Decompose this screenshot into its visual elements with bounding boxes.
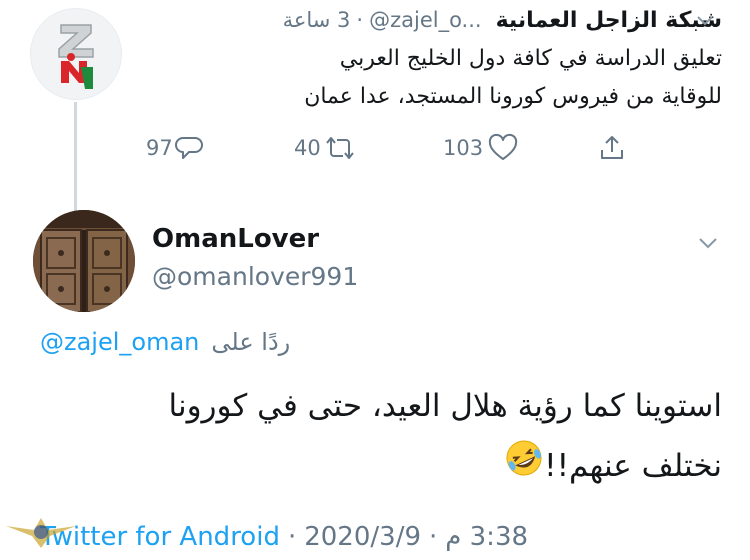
reply-icon [174, 137, 203, 159]
heart-icon [488, 133, 518, 160]
retweet-icon [325, 137, 354, 159]
carved-door-image [33, 210, 135, 312]
tweet1-text: تعليق الدراسة في كافة دول الخليج العربي … [202, 40, 722, 116]
footer-separator-2: · [429, 522, 438, 552]
tweet1-handle[interactable]: @zajel_o... [369, 8, 482, 32]
like-count: 103 [443, 136, 484, 160]
zajel-logo-icon [31, 9, 121, 99]
tweet2-menu-chevron-down-icon[interactable] [696, 230, 720, 254]
share-button[interactable] [597, 130, 627, 166]
tweet1-display-name[interactable]: شبكة الزاجل العمانية [496, 8, 722, 33]
tweet1-menu-chevron-down-icon[interactable] [694, 9, 716, 31]
avatar-zajel[interactable] [30, 8, 122, 100]
tweet2-date[interactable]: 2020/3/9 [304, 522, 421, 552]
tweet1-timestamp[interactable]: 3 ساعة [283, 8, 351, 32]
tweet2-line-1: استوينا كما رؤية هلال العيد، حتى في كورو… [168, 388, 723, 424]
share-icon [601, 136, 623, 159]
replying-to-mention[interactable]: @zajel_oman [40, 328, 199, 356]
reply-button[interactable]: 97 [146, 130, 205, 166]
replying-to: @zajel_oman ردًا على [40, 328, 290, 356]
rolling-on-floor-laughing-emoji-icon [504, 438, 544, 498]
tweet2-text: استوينا كما رؤية هلال العيد، حتى في كورو… [22, 376, 723, 496]
tweet1-header: شبكة الزاجل العمانية @zajel_o... · 3 ساع… [239, 4, 722, 36]
forum-watermark-logo [4, 508, 78, 556]
tweet1-line-2: للوقاية من فيروس كورونا المستجد، عدا عما… [304, 84, 722, 109]
retweet-count: 40 [294, 136, 321, 160]
avatar-omanlover[interactable] [33, 210, 135, 312]
retweet-button[interactable]: 40 [294, 130, 357, 166]
footer-separator-1: · [287, 522, 297, 552]
tweet2-handle[interactable]: @omanlover991 [152, 262, 358, 291]
tweet2-time[interactable]: 3:38 م [445, 522, 528, 552]
reply-count: 97 [146, 136, 173, 160]
tweet2-line-2: نختلف عنهم!! [544, 448, 722, 484]
tweet2-line-2-wrap: نختلف عنهم!! [22, 436, 722, 496]
tweet1-line-1: تعليق الدراسة في كافة دول الخليج العربي [339, 46, 722, 71]
tweet2-footer: Twitter for Android · 2020/3/9 · 3:38 م [40, 522, 528, 552]
replying-to-label: ردًا على [211, 328, 291, 356]
tweet2-display-name[interactable]: OmanLover [152, 224, 319, 254]
tweet1-separator: · [356, 8, 364, 32]
like-button[interactable]: 103 [443, 130, 519, 166]
thread-connector-line [74, 102, 77, 214]
